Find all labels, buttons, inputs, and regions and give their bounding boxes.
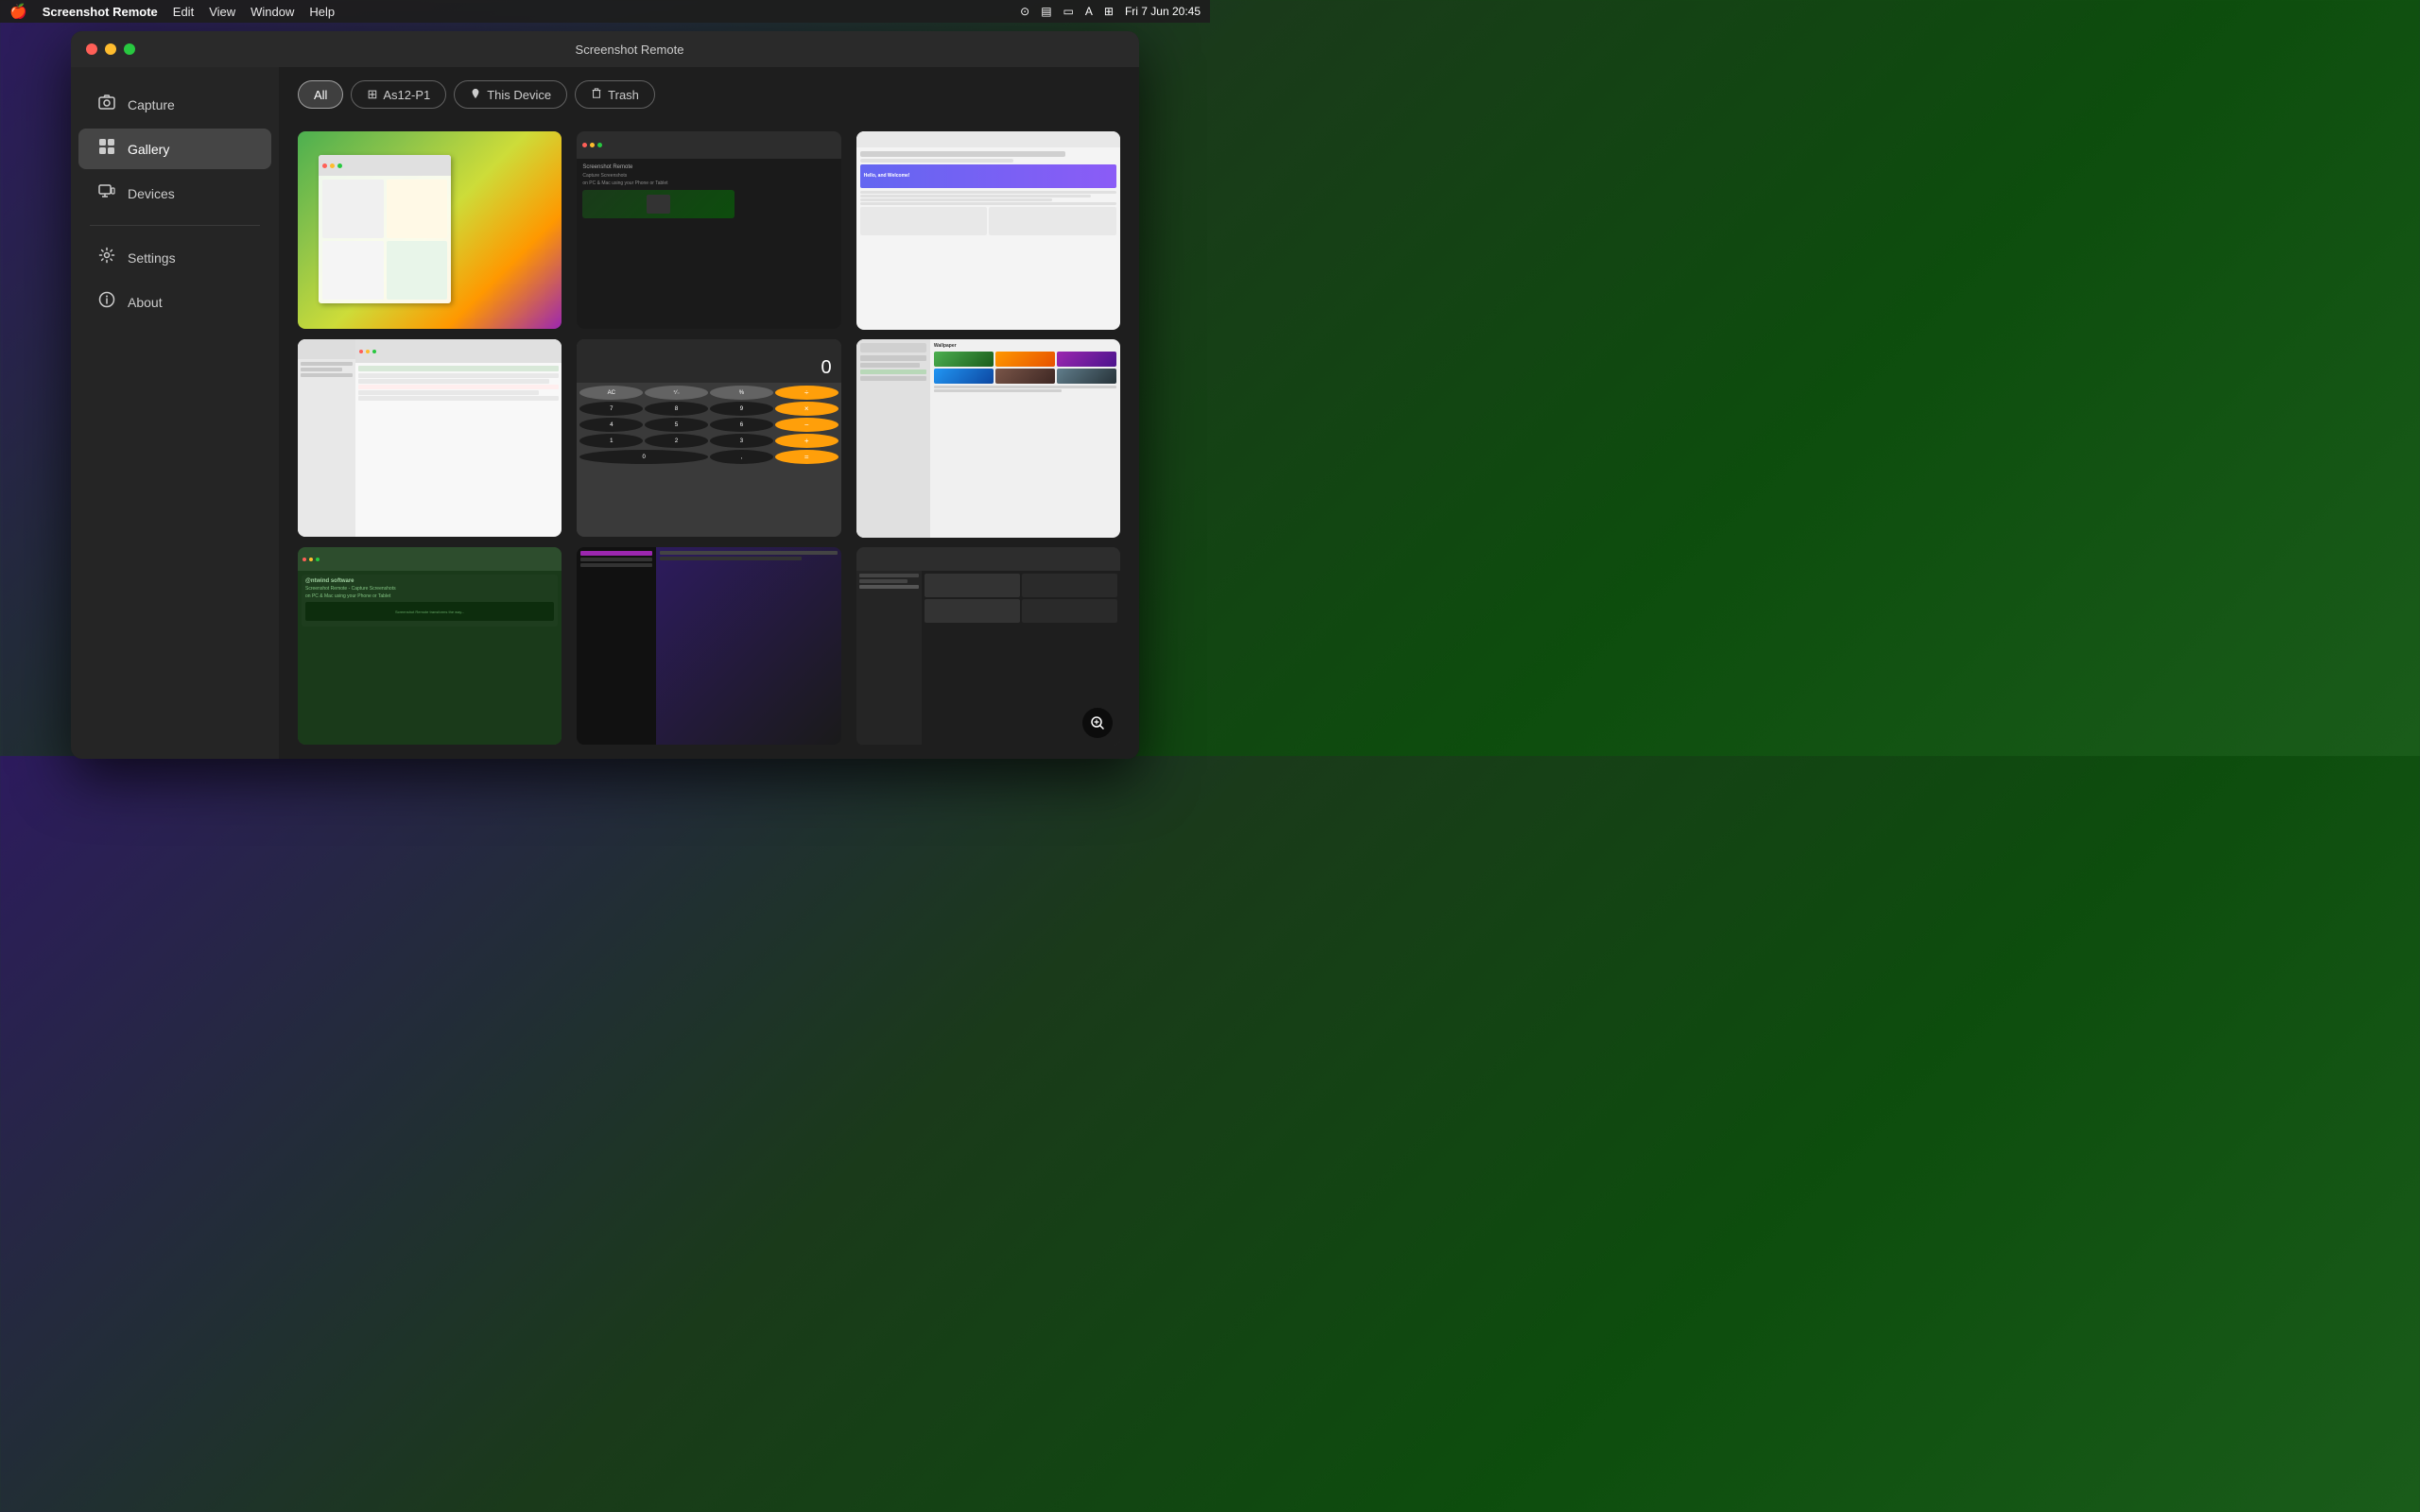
capture-icon bbox=[97, 94, 116, 115]
thumbnail-7[interactable]: @ntwind software Screenshot Remote - Cap… bbox=[298, 547, 562, 745]
gallery-icon bbox=[97, 138, 116, 160]
window-title: Screenshot Remote bbox=[135, 43, 1124, 57]
menubar-app-name[interactable]: Screenshot Remote bbox=[43, 5, 158, 19]
thumbnail-5[interactable]: 0 AC ⁺⁄₋ % ÷ 7 8 9 × 4 5 bbox=[577, 339, 840, 537]
menubar-window[interactable]: Window bbox=[251, 5, 294, 19]
gallery-grid: Screenshot Remote Capture Screenshots on… bbox=[279, 122, 1139, 759]
filter-as12p1-button[interactable]: ⊞ As12-P1 bbox=[351, 80, 446, 109]
content-area: Capture Gallery bbox=[71, 67, 1139, 759]
sidebar-item-about[interactable]: About bbox=[78, 282, 271, 322]
sidebar-item-capture[interactable]: Capture bbox=[78, 84, 271, 125]
titlebar: Screenshot Remote bbox=[71, 31, 1139, 67]
menubar-right: ⊙ ▤ ▭ A ⊞ Fri 7 Jun 20:45 bbox=[1020, 5, 1201, 18]
controlcenter-icon: ⊞ bbox=[1104, 5, 1114, 18]
text-icon: A bbox=[1085, 5, 1093, 18]
filter-all-button[interactable]: All bbox=[298, 80, 343, 109]
about-icon bbox=[97, 291, 116, 313]
thumbnail-9[interactable] bbox=[856, 547, 1120, 746]
maximize-button[interactable] bbox=[124, 43, 135, 55]
menubar-view[interactable]: View bbox=[209, 5, 235, 19]
menubar-datetime: Fri 7 Jun 20:45 bbox=[1125, 5, 1201, 18]
menubar-edit[interactable]: Edit bbox=[173, 5, 194, 19]
thumbnail-4[interactable] bbox=[298, 339, 562, 537]
minimize-button[interactable] bbox=[105, 43, 116, 55]
sidebar: Capture Gallery bbox=[71, 67, 279, 759]
thumbnail-6[interactable]: Wallpaper bbox=[856, 339, 1120, 538]
menubar-help[interactable]: Help bbox=[309, 5, 335, 19]
sidebar-settings-label: Settings bbox=[128, 250, 176, 266]
apple-menu[interactable]: 🍎 bbox=[9, 3, 27, 20]
sidebar-item-devices[interactable]: Devices bbox=[78, 173, 271, 214]
filter-as12p1-label: As12-P1 bbox=[383, 88, 430, 102]
window-controls bbox=[86, 43, 135, 55]
screenshot-icon: ⊙ bbox=[1020, 5, 1029, 18]
sidebar-item-gallery[interactable]: Gallery bbox=[78, 129, 271, 169]
thisdevice-icon bbox=[470, 88, 481, 102]
sidebar-about-label: About bbox=[128, 295, 163, 310]
zoom-icon[interactable] bbox=[1082, 708, 1113, 738]
filter-thisdevice-label: This Device bbox=[487, 88, 551, 102]
devices-icon bbox=[97, 182, 116, 204]
close-button[interactable] bbox=[86, 43, 97, 55]
filter-thisdevice-button[interactable]: This Device bbox=[454, 80, 567, 109]
sidebar-capture-label: Capture bbox=[128, 97, 175, 112]
filter-all-label: All bbox=[314, 88, 327, 102]
thumbnail-1[interactable] bbox=[298, 131, 562, 329]
main-window: Screenshot Remote Capture bbox=[71, 31, 1139, 759]
sidebar-item-settings[interactable]: Settings bbox=[78, 237, 271, 278]
menubar: 🍎 Screenshot Remote Edit View Window Hel… bbox=[0, 0, 1210, 23]
sidebar-devices-label: Devices bbox=[128, 186, 175, 201]
sidebar-divider bbox=[90, 225, 260, 226]
filter-trash-button[interactable]: Trash bbox=[575, 80, 655, 109]
sidebar-gallery-label: Gallery bbox=[128, 142, 169, 157]
filter-bar: All ⊞ As12-P1 This Device bbox=[279, 67, 1139, 122]
main-content: All ⊞ As12-P1 This Device bbox=[279, 67, 1139, 759]
menubar-left: 🍎 Screenshot Remote Edit View Window Hel… bbox=[9, 3, 335, 20]
thumbnail-3[interactable]: Hello, and Welcome! bbox=[856, 131, 1120, 330]
trash-icon bbox=[591, 88, 602, 102]
monitor-icon: ▭ bbox=[1063, 5, 1074, 18]
filter-trash-label: Trash bbox=[608, 88, 639, 102]
as12p1-icon: ⊞ bbox=[367, 87, 377, 102]
display-icon: ▤ bbox=[1041, 5, 1051, 18]
settings-icon bbox=[97, 247, 116, 268]
thumbnail-2[interactable]: Screenshot Remote Capture Screenshots on… bbox=[577, 131, 840, 329]
thumbnail-8[interactable] bbox=[577, 547, 840, 745]
